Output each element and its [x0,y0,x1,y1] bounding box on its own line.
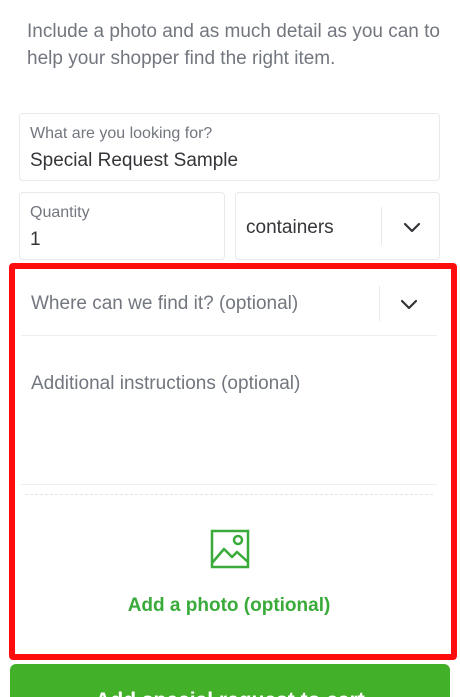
looking-for-label: What are you looking for? [30,125,213,142]
where-select-divider [379,286,380,321]
instructions-field[interactable]: Additional instructions (optional) [21,345,437,485]
unit-select-value: containers [246,217,334,238]
quantity-label: Quantity [30,204,90,221]
image-icon [210,529,250,569]
where-select[interactable]: Where can we find it? (optional) [21,272,437,336]
looking-for-field[interactable]: What are you looking for? Special Reques… [19,113,440,181]
add-photo-button[interactable]: Add a photo (optional) [25,494,433,644]
quantity-field[interactable]: Quantity 1 [19,192,225,260]
looking-for-value[interactable]: Special Request Sample [30,150,238,172]
chevron-down-icon[interactable] [399,299,419,311]
intro-text: Include a photo and as much detail as yo… [27,21,440,69]
add-to-cart-button[interactable]: Add special request to cart [10,664,450,697]
unit-select-divider [381,207,382,245]
chevron-down-icon[interactable] [402,222,422,234]
where-select-placeholder: Where can we find it? (optional) [31,293,299,314]
instructions-placeholder: Additional instructions (optional) [31,373,301,394]
unit-select[interactable]: containers [235,192,440,260]
quantity-value[interactable]: 1 [30,229,41,251]
add-photo-label: Add a photo (optional) [127,595,331,616]
